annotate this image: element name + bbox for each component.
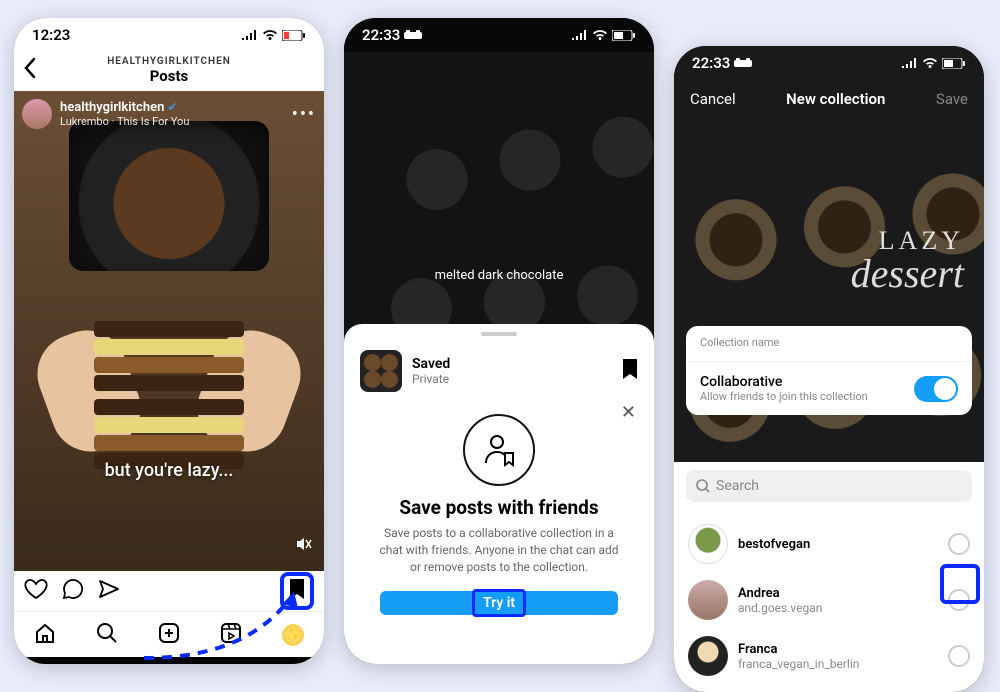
promo-body: Save posts to a collaborative collection… bbox=[368, 525, 630, 575]
collaborative-toggle[interactable] bbox=[914, 376, 958, 402]
post-media[interactable]: healthygirlkitchen ✔ Lukrembo · This Is … bbox=[14, 91, 324, 571]
post-author-row[interactable]: healthygirlkitchen ✔ Lukrembo · This Is … bbox=[22, 99, 316, 129]
select-radio[interactable] bbox=[948, 645, 970, 667]
friend-username: franca_vegan_in_berlin bbox=[738, 657, 859, 671]
radio-highlight bbox=[940, 564, 980, 604]
status-time: 22:33 bbox=[692, 54, 730, 72]
phone-screen-3: 22:33 Cancel New collection Save LAZY de… bbox=[674, 46, 984, 692]
friend-row[interactable]: Franca franca_vegan_in_berlin bbox=[686, 628, 972, 684]
create-icon[interactable] bbox=[158, 622, 180, 648]
back-chevron-icon[interactable] bbox=[24, 58, 36, 84]
like-icon[interactable] bbox=[24, 578, 48, 604]
cancel-button[interactable]: Cancel bbox=[690, 90, 736, 108]
post-audio[interactable]: Lukrembo · This Is For You bbox=[60, 115, 189, 128]
sleep-icon bbox=[404, 30, 422, 40]
bottom-nav: ✨ bbox=[14, 611, 324, 657]
video-caption-overlay: melted dark chocolate bbox=[344, 268, 654, 283]
header-title: Posts bbox=[14, 67, 324, 85]
collection-name-label[interactable]: Collection name bbox=[700, 336, 958, 349]
status-bar: 22:33 bbox=[674, 46, 984, 80]
close-icon[interactable]: ✕ bbox=[621, 402, 636, 423]
search-icon[interactable] bbox=[96, 622, 118, 648]
profile-tab-icon[interactable]: ✨ bbox=[282, 624, 304, 646]
friends-sheet: Search bestofvegan Andrea and.goes.vegan bbox=[674, 462, 984, 692]
video-caption-overlay: but you're lazy... bbox=[14, 460, 324, 481]
try-it-button[interactable]: Try it bbox=[380, 591, 618, 615]
collection-settings-card: Collection name Collaborative Allow frie… bbox=[686, 326, 972, 415]
person-bookmark-icon bbox=[463, 414, 535, 486]
comment-icon[interactable] bbox=[62, 578, 84, 604]
collection-title: Saved bbox=[412, 356, 450, 372]
status-bar: 12:23 bbox=[14, 18, 324, 52]
status-time: 12:23 bbox=[32, 26, 70, 44]
collab-promo: ✕ Save posts with friends Save posts to … bbox=[344, 398, 654, 629]
bookmark-filled-icon[interactable] bbox=[622, 359, 638, 383]
wifi-icon bbox=[262, 30, 278, 41]
verified-icon: ✔ bbox=[167, 100, 177, 114]
sleep-icon bbox=[734, 58, 752, 68]
status-icons bbox=[572, 30, 636, 41]
avatar bbox=[688, 524, 728, 564]
phone-screen-2: 22:33 melted dark chocolate Saved Privat… bbox=[344, 18, 654, 664]
profile-header: HEALTHYGIRLKITCHEN Posts bbox=[14, 52, 324, 91]
save-icon-highlighted[interactable] bbox=[280, 572, 314, 610]
share-icon[interactable] bbox=[98, 579, 120, 603]
cellular-icon bbox=[242, 30, 258, 40]
promo-title: Save posts with friends bbox=[368, 496, 630, 519]
search-input[interactable]: Search bbox=[686, 470, 972, 502]
status-icons bbox=[242, 30, 306, 41]
search-icon bbox=[696, 479, 710, 493]
avatar[interactable] bbox=[22, 99, 52, 129]
phone-screen-1: 12:23 HEALTHYGIRLKITCHEN Posts he bbox=[14, 18, 324, 664]
friend-name: Franca bbox=[738, 642, 859, 657]
home-icon[interactable] bbox=[34, 622, 56, 648]
more-icon[interactable]: ••• bbox=[292, 104, 316, 125]
friend-username: and.goes.vegan bbox=[738, 601, 822, 615]
collection-subtitle: Private bbox=[412, 372, 450, 386]
collaborative-subtitle: Allow friends to join this collection bbox=[700, 390, 868, 403]
friend-row[interactable]: Andrea and.goes.vegan bbox=[686, 572, 972, 628]
header-subtitle: HEALTHYGIRLKITCHEN bbox=[14, 56, 324, 67]
friend-name: bestofvegan bbox=[738, 537, 810, 552]
avatar bbox=[688, 580, 728, 620]
post-username[interactable]: healthygirlkitchen bbox=[60, 100, 164, 115]
avatar bbox=[688, 636, 728, 676]
select-radio[interactable] bbox=[948, 533, 970, 555]
sheet-grabber[interactable] bbox=[481, 332, 517, 336]
save-sheet: Saved Private ✕ Save posts with friends … bbox=[344, 324, 654, 664]
collection-thumb bbox=[360, 350, 402, 392]
friend-name: Andrea bbox=[738, 586, 822, 601]
friend-row[interactable]: bestofvegan bbox=[686, 516, 972, 572]
status-icons bbox=[902, 58, 966, 69]
reels-icon[interactable] bbox=[220, 622, 242, 648]
background-text: LAZY dessert bbox=[851, 226, 964, 297]
status-time: 22:33 bbox=[362, 26, 400, 44]
search-placeholder: Search bbox=[716, 478, 759, 494]
battery-low-icon bbox=[282, 30, 306, 41]
collaborative-title: Collaborative bbox=[700, 374, 868, 390]
save-button[interactable]: Save bbox=[936, 90, 968, 108]
header-title: New collection bbox=[786, 90, 885, 108]
saved-collection-row[interactable]: Saved Private bbox=[344, 344, 654, 398]
mute-icon[interactable] bbox=[294, 535, 312, 557]
status-bar: 22:33 bbox=[344, 18, 654, 52]
post-action-bar bbox=[14, 571, 324, 611]
new-collection-header: Cancel New collection Save bbox=[674, 80, 984, 118]
try-it-label: Try it bbox=[472, 589, 526, 617]
